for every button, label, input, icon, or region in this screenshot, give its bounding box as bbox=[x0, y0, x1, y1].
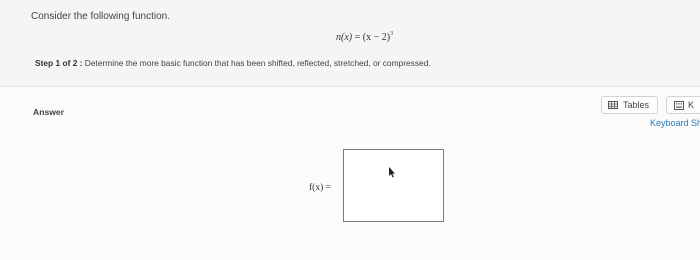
function-lhs: n(x) bbox=[336, 32, 353, 43]
answer-label: Answer bbox=[33, 107, 65, 117]
function-exponent: 3 bbox=[390, 31, 394, 37]
keyboard-icon bbox=[674, 100, 684, 110]
table-icon bbox=[608, 101, 618, 109]
fx-label: f(x) = bbox=[309, 183, 331, 193]
function-base: (x − 2) bbox=[362, 32, 391, 43]
answer-panel: Answer Tables K Keyboard Sh f(x) = bbox=[0, 86, 700, 260]
step-label: Step 1 of 2 : bbox=[35, 58, 83, 68]
keyboard-button[interactable]: K bbox=[666, 96, 700, 114]
tables-button[interactable]: Tables bbox=[601, 96, 658, 114]
equals-sign: = bbox=[354, 32, 361, 43]
answer-input[interactable] bbox=[343, 149, 444, 222]
keyboard-shortcuts-link[interactable]: Keyboard Sh bbox=[650, 118, 700, 128]
function-equation: n(x) = (x − 2)3 bbox=[336, 31, 393, 43]
step-instruction: Step 1 of 2 : Determine the more basic f… bbox=[35, 58, 431, 68]
step-text: Determine the more basic function that h… bbox=[84, 58, 431, 68]
question-prompt: Consider the following function. bbox=[31, 11, 170, 22]
tables-label: Tables bbox=[623, 100, 650, 110]
mouse-cursor-icon bbox=[389, 167, 395, 178]
keyboard-button-label: K bbox=[688, 100, 695, 110]
question-panel: Consider the following function. n(x) = … bbox=[0, 0, 700, 86]
